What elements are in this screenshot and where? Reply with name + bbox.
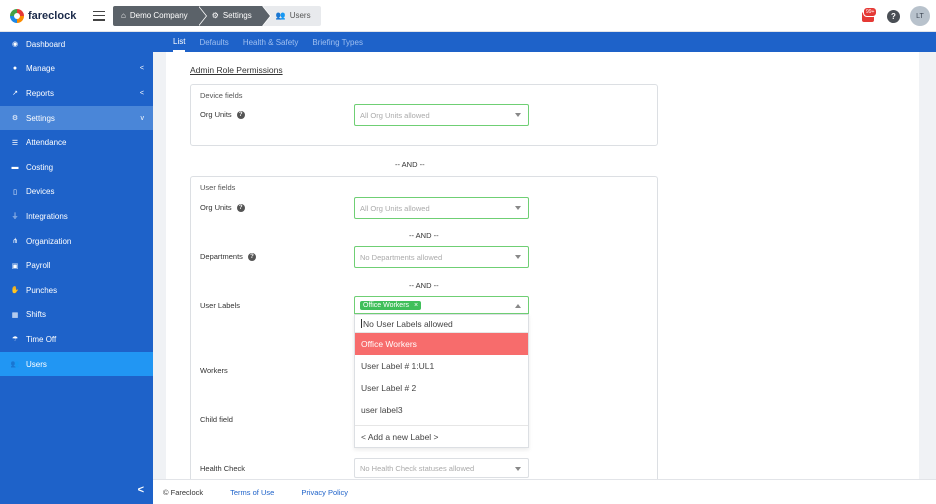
tab-health-safety[interactable]: Health & Safety	[243, 32, 299, 52]
chevron-left-icon: <	[137, 484, 144, 496]
and-separator: -- AND --	[409, 281, 439, 290]
sidebar-item-manage[interactable]: ● Manage <	[0, 57, 153, 82]
plug-icon: ⏚	[11, 213, 19, 221]
child-field-label: Child field	[200, 415, 233, 424]
copyright-text: © Fareclock	[163, 487, 204, 497]
user-fields-title: User fields	[200, 183, 236, 192]
sidebar-item-users[interactable]: 👥 Users	[0, 351, 153, 377]
collapse-sidebar-button[interactable]: <	[0, 476, 153, 504]
caret-down-icon	[515, 113, 521, 117]
device-org-units-select[interactable]: All Org Units allowed	[354, 104, 529, 126]
health-check-select[interactable]: No Health Check statuses allowed	[354, 458, 529, 478]
user-org-units-label: Org Units ?	[200, 203, 245, 212]
sidebar-item-organization[interactable]: ⋔ Organization	[0, 229, 153, 254]
breadcrumb-settings[interactable]: ⚙ Settings	[197, 5, 271, 26]
user-labels-search-input[interactable]: No User Labels allowed	[355, 315, 528, 333]
breadcrumb-company[interactable]: ⌂ Demo Company	[113, 5, 207, 26]
hamburger-menu-icon[interactable]	[93, 10, 105, 21]
gear-icon: ⚙	[211, 11, 219, 20]
help-icon[interactable]: ?	[236, 110, 245, 119]
footer: © Fareclock Terms of Use Privacy Policy	[153, 479, 936, 504]
health-check-label: Health Check	[200, 464, 246, 473]
chevron-left-icon: <	[139, 89, 144, 97]
attendance-icon: ☰	[11, 139, 19, 147]
umbrella-icon: ☂	[11, 336, 19, 344]
section-title: Admin Role Permissions	[190, 65, 283, 75]
help-icon[interactable]: ?	[247, 252, 256, 261]
remove-chip-icon[interactable]: ×	[414, 302, 418, 309]
users-icon: 👥	[275, 11, 286, 20]
calendar-icon: ▦	[11, 311, 19, 319]
sidebar: ◉ Dashboard ● Manage < ↗ Reports < ⚙ Settings v…	[0, 32, 153, 504]
device-org-units-label: Org Units ?	[200, 110, 245, 119]
hand-icon: ✋	[10, 287, 20, 295]
fareclock-logo-icon	[10, 8, 24, 23]
user-labels-dropdown: No User Labels allowed Office Workers Us…	[354, 314, 529, 448]
chevron-left-icon: <	[139, 65, 144, 73]
tab-defaults[interactable]: Defaults	[199, 32, 228, 52]
app-logo[interactable]: fareclock	[10, 8, 85, 23]
sidebar-item-settings[interactable]: ⚙ Settings v	[0, 105, 153, 131]
folder-icon: ▬	[11, 163, 19, 171]
workers-label: Workers	[200, 366, 228, 375]
caret-down-icon	[515, 467, 521, 471]
main-content: Admin Role Permissions Device fields Org…	[166, 52, 919, 486]
user-fields-panel: User fields Org Units ? All Org Units al…	[190, 176, 658, 486]
sidebar-item-payroll[interactable]: ▣ Payroll	[0, 253, 153, 278]
and-separator: -- AND --	[395, 160, 425, 169]
sidebar-item-shifts[interactable]: ▦ Shifts	[0, 303, 153, 328]
tab-list[interactable]: List	[173, 32, 186, 52]
user-labels-label: User Labels	[200, 301, 241, 310]
device-fields-title: Device fields	[200, 91, 243, 100]
tab-briefing-types[interactable]: Briefing Types	[312, 32, 363, 52]
users-icon: 👥	[10, 361, 20, 369]
dashboard-icon: ◉	[11, 41, 19, 49]
user-icon: ●	[12, 65, 18, 73]
user-avatar[interactable]: LT	[910, 6, 930, 26]
sidebar-item-punches[interactable]: ✋ Punches	[0, 278, 153, 303]
notification-count-badge: 99+	[863, 7, 878, 17]
breadcrumb: ⌂ Demo Company ⚙ Settings 👥 Users	[113, 5, 321, 26]
caret-up-icon	[515, 304, 521, 308]
chart-icon: ↗	[12, 90, 18, 98]
sidebar-item-costing[interactable]: ▬ Costing	[0, 155, 153, 180]
privacy-policy-link[interactable]: Privacy Policy	[301, 488, 348, 497]
help-icon[interactable]: ?	[887, 9, 900, 23]
dropdown-option-user-label-1[interactable]: User Label # 1:UL1	[355, 355, 528, 377]
help-icon[interactable]: ?	[236, 203, 245, 212]
text-cursor	[361, 319, 362, 328]
dropdown-option-user-label-2[interactable]: User Label # 2	[355, 377, 528, 399]
user-org-units-select[interactable]: All Org Units allowed	[354, 197, 529, 219]
office-workers-chip: Office Workers ×	[360, 300, 422, 310]
sidebar-item-dashboard[interactable]: ◉ Dashboard	[0, 32, 153, 57]
gear-icon: ⚙	[11, 115, 19, 123]
sub-navigation: List Defaults Health & Safety Briefing T…	[153, 32, 936, 52]
home-icon: ⌂	[121, 11, 126, 20]
sidebar-item-reports[interactable]: ↗ Reports <	[0, 81, 153, 106]
dropdown-option-user-label-3[interactable]: user label3	[355, 399, 528, 421]
caret-down-icon	[515, 255, 521, 259]
sidebar-item-time-off[interactable]: ☂ Time Off	[0, 327, 153, 352]
app-name: fareclock	[28, 9, 77, 22]
device-fields-panel: Device fields Org Units ? All Org Units …	[190, 84, 658, 146]
dropdown-option-office-workers[interactable]: Office Workers	[355, 333, 528, 355]
add-new-label-option[interactable]: < Add a new Label >	[355, 425, 528, 447]
sidebar-item-attendance[interactable]: ☰ Attendance	[0, 130, 153, 155]
caret-down-icon	[515, 206, 521, 210]
and-separator: -- AND --	[409, 231, 439, 240]
departments-select[interactable]: No Departments allowed	[354, 246, 529, 268]
chevron-down-icon: v	[140, 114, 145, 122]
user-labels-select[interactable]: Office Workers ×	[354, 296, 529, 314]
tablet-icon: ▯	[13, 188, 17, 196]
departments-label: Departments ?	[200, 252, 256, 261]
terms-of-use-link[interactable]: Terms of Use	[230, 488, 274, 497]
sidebar-item-devices[interactable]: ▯ Devices	[0, 180, 153, 205]
top-bar: fareclock ⌂ Demo Company ⚙ Settings 👥 Us…	[0, 0, 936, 32]
money-icon: ▣	[11, 262, 19, 270]
sitemap-icon: ⋔	[12, 238, 18, 246]
notifications-button[interactable]: 99+	[861, 7, 878, 23]
sidebar-item-integrations[interactable]: ⏚ Integrations	[0, 204, 153, 229]
